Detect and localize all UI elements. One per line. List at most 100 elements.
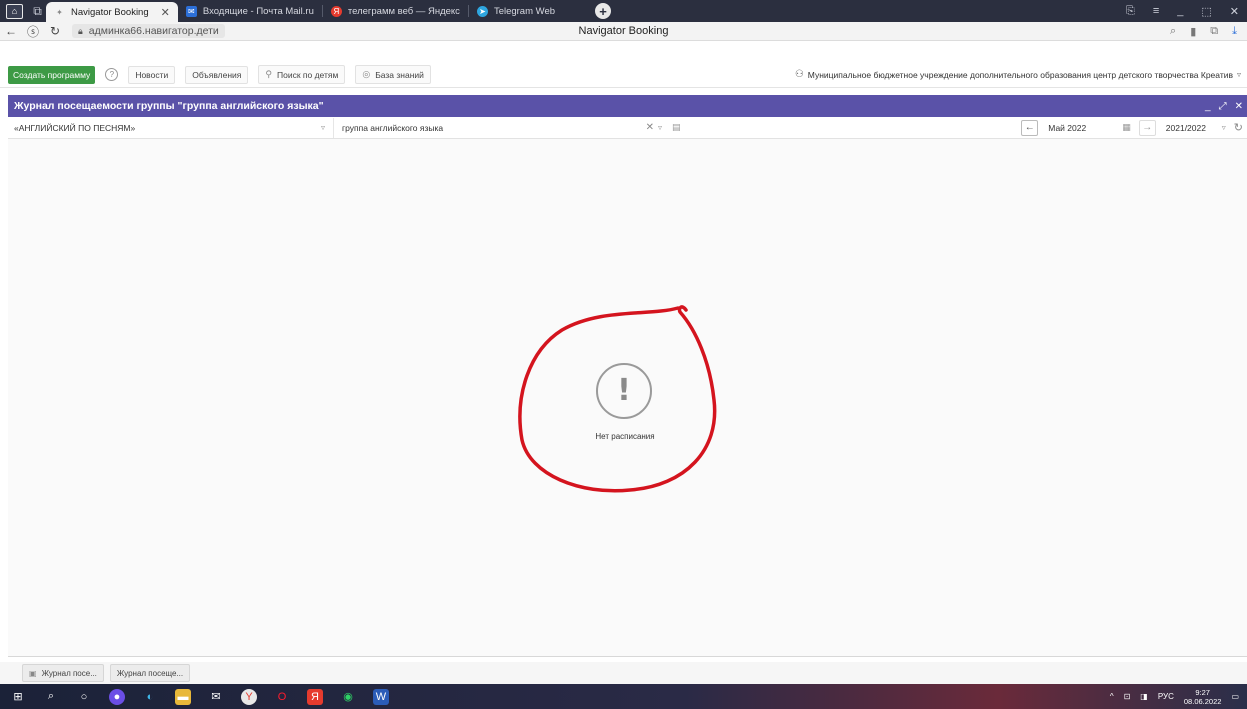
- tab-telegram[interactable]: ➤ Telegram Web: [469, 0, 563, 22]
- tab-label: Входящие - Почта Mail.ru: [202, 5, 314, 17]
- navigator-favicon-icon: ✦: [56, 7, 63, 17]
- tab-label: Navigator Booking: [71, 6, 149, 18]
- windows-taskbar: ⊞ ⌕ ○ ● ◐ ▬ ✉ Y O Я ◉ W ^ ⊡ ◨ РУС 9:27 0…: [0, 684, 1247, 709]
- calendar-icon[interactable]: ▦: [1122, 122, 1131, 133]
- child-search-button[interactable]: ⚲ Поиск по детям: [258, 65, 346, 84]
- yandex-browser-icon[interactable]: Y: [241, 688, 257, 705]
- empty-state: !: [594, 363, 654, 419]
- clock[interactable]: 9:27 08.06.2022: [1184, 688, 1222, 706]
- yandex-favicon-icon: Я: [330, 5, 342, 17]
- clear-icon[interactable]: ✕: [646, 122, 654, 133]
- open-window-tab[interactable]: Журнал посеще...: [109, 664, 191, 682]
- maximize-icon[interactable]: ⬚: [1201, 5, 1211, 18]
- file-explorer-icon[interactable]: ▬: [175, 688, 191, 705]
- mail-favicon-icon: ✉: [185, 5, 197, 17]
- next-month-button[interactable]: →: [1138, 119, 1156, 136]
- clock-date: 08.06.2022: [1183, 696, 1222, 706]
- refresh-icon[interactable]: ↻: [1234, 121, 1243, 134]
- whatsapp-icon[interactable]: ◉: [340, 689, 356, 705]
- notifications-icon[interactable]: ▭: [1231, 692, 1239, 701]
- create-program-button[interactable]: Создать программу: [8, 65, 96, 84]
- chevron-down-icon: ▿: [1221, 122, 1226, 132]
- chevron-down-icon: ▿: [657, 123, 662, 132]
- open-window-label: Журнал посе...: [41, 668, 97, 678]
- opera-icon[interactable]: O: [274, 689, 290, 705]
- panel-expand-icon[interactable]: ⤢: [1219, 101, 1227, 112]
- alice-icon[interactable]: ●: [109, 688, 125, 705]
- help-icon[interactable]: ?: [105, 68, 119, 81]
- search-icon[interactable]: ⌕: [43, 689, 59, 705]
- download-icon[interactable]: ⤓: [1232, 25, 1237, 38]
- bookmarks-icon[interactable]: ⎘: [1126, 5, 1135, 18]
- search-icon[interactable]: ⌕: [1170, 25, 1176, 38]
- year-select[interactable]: 2021/2022 ▿: [1156, 123, 1226, 133]
- open-window-tab[interactable]: ▣ Журнал посе...: [22, 664, 104, 682]
- chevron-up-icon[interactable]: ^: [1110, 692, 1114, 701]
- organization-selector[interactable]: ⚇ Муниципальное бюджетное учреждение доп…: [795, 69, 1247, 80]
- browser-tab-strip: ⌂ ⧉ ✦ Navigator Booking ✕ ✉ Входящие - П…: [0, 0, 1247, 22]
- program-value: «АНГЛИЙСКИЙ ПО ПЕСНЯМ»: [14, 122, 136, 133]
- panel-title: Журнал посещаемости группы "группа англи…: [14, 100, 324, 112]
- knowledge-base-icon: ◎: [362, 69, 371, 79]
- news-button[interactable]: Новости: [128, 65, 176, 84]
- minimize-icon[interactable]: _: [1177, 5, 1183, 18]
- chevron-down-icon: ▿: [320, 123, 325, 132]
- knowledge-base-label: База знаний: [375, 69, 424, 80]
- word-icon[interactable]: W: [373, 688, 389, 705]
- empty-state-message: Нет расписания: [595, 432, 655, 441]
- child-search-label: Поиск по детям: [276, 69, 339, 80]
- window-controls: ⎘ ≡ _ ⬚ ✕: [1126, 5, 1247, 18]
- menu-icon[interactable]: ≡: [1153, 5, 1159, 18]
- collections-icon[interactable]: ⧉: [1210, 25, 1218, 38]
- open-window-label: Журнал посеще...: [116, 668, 184, 678]
- home-icon[interactable]: ⌂: [6, 3, 23, 19]
- task-view-icon[interactable]: ○: [76, 689, 92, 705]
- close-window-icon[interactable]: ✕: [1230, 5, 1239, 18]
- month-picker[interactable]: Май 2022: [1038, 123, 1118, 133]
- yandex-protect-icon[interactable]: ⓢ: [22, 23, 44, 40]
- back-icon[interactable]: ←: [0, 24, 22, 38]
- prev-month-button[interactable]: ←: [1021, 119, 1039, 136]
- url-field[interactable]: 🔒︎ админка66.навигатор.дети: [72, 24, 225, 38]
- tab-navigator-booking[interactable]: ✦ Navigator Booking ✕: [46, 2, 178, 22]
- chevron-down-icon: ▿: [1236, 70, 1241, 79]
- panel-controls: _ ⤢ ✕: [1205, 101, 1247, 112]
- tab-mail[interactable]: ✉ Входящие - Почта Mail.ru: [178, 0, 322, 22]
- bookmark-icon[interactable]: ▮: [1190, 25, 1196, 38]
- volume-icon[interactable]: ◨: [1140, 692, 1148, 701]
- address-bar: ← ⓢ ↻ 🔒︎ админка66.навигатор.дети Naviga…: [0, 22, 1247, 41]
- telegram-favicon-icon: ➤: [476, 5, 488, 17]
- knowledge-base-button[interactable]: ◎ База знаний: [355, 65, 431, 84]
- clock-time: 9:27: [1195, 687, 1210, 697]
- tab-label: телеграмм веб — Яндекс: [347, 5, 460, 17]
- network-icon[interactable]: ⊡: [1124, 692, 1131, 701]
- group-value: группа английского языка: [342, 122, 444, 133]
- document-icon[interactable]: ▤: [672, 122, 681, 133]
- mail-icon[interactable]: ✉: [208, 689, 224, 705]
- date-navigation: ← Май 2022 ▦ → 2021/2022 ▿ ↻: [1021, 119, 1247, 136]
- new-window-icon[interactable]: ⧉: [29, 4, 46, 19]
- lock-icon: 🔒︎: [78, 25, 83, 36]
- yandex-music-icon[interactable]: Я: [307, 688, 323, 705]
- panel-minimize-icon[interactable]: _: [1205, 101, 1211, 112]
- url-text: админка66.навигатор.дети: [88, 25, 219, 37]
- group-select[interactable]: группа английского языка ✕ ▿: [334, 118, 670, 138]
- year-value: 2021/2022: [1165, 122, 1206, 133]
- window-icon: ▣: [29, 668, 37, 678]
- close-tab-icon[interactable]: ✕: [161, 6, 170, 19]
- news-label: Новости: [135, 69, 169, 80]
- reload-icon[interactable]: ↻: [44, 24, 66, 38]
- child-search-icon: ⚲: [265, 69, 272, 79]
- user-icon: ⚇: [794, 69, 804, 80]
- new-tab-icon[interactable]: +: [595, 3, 612, 19]
- system-tray: ^ ⊡ ◨ РУС 9:27 08.06.2022 ▭: [1110, 688, 1247, 706]
- edge-icon[interactable]: ◐: [142, 689, 158, 705]
- panel-close-icon[interactable]: ✕: [1235, 101, 1243, 112]
- language-indicator[interactable]: РУС: [1158, 692, 1174, 701]
- warning-icon: !: [596, 363, 652, 419]
- program-select[interactable]: «АНГЛИЙСКИЙ ПО ПЕСНЯМ» ▿: [8, 117, 334, 138]
- windows-start-icon[interactable]: ⊞: [10, 689, 26, 705]
- announcements-button[interactable]: Объявления: [185, 65, 249, 84]
- tab-yandex[interactable]: Я телеграмм веб — Яндекс: [323, 0, 468, 22]
- open-windows-bar: ▣ Журнал посе... Журнал посеще...: [0, 662, 1247, 684]
